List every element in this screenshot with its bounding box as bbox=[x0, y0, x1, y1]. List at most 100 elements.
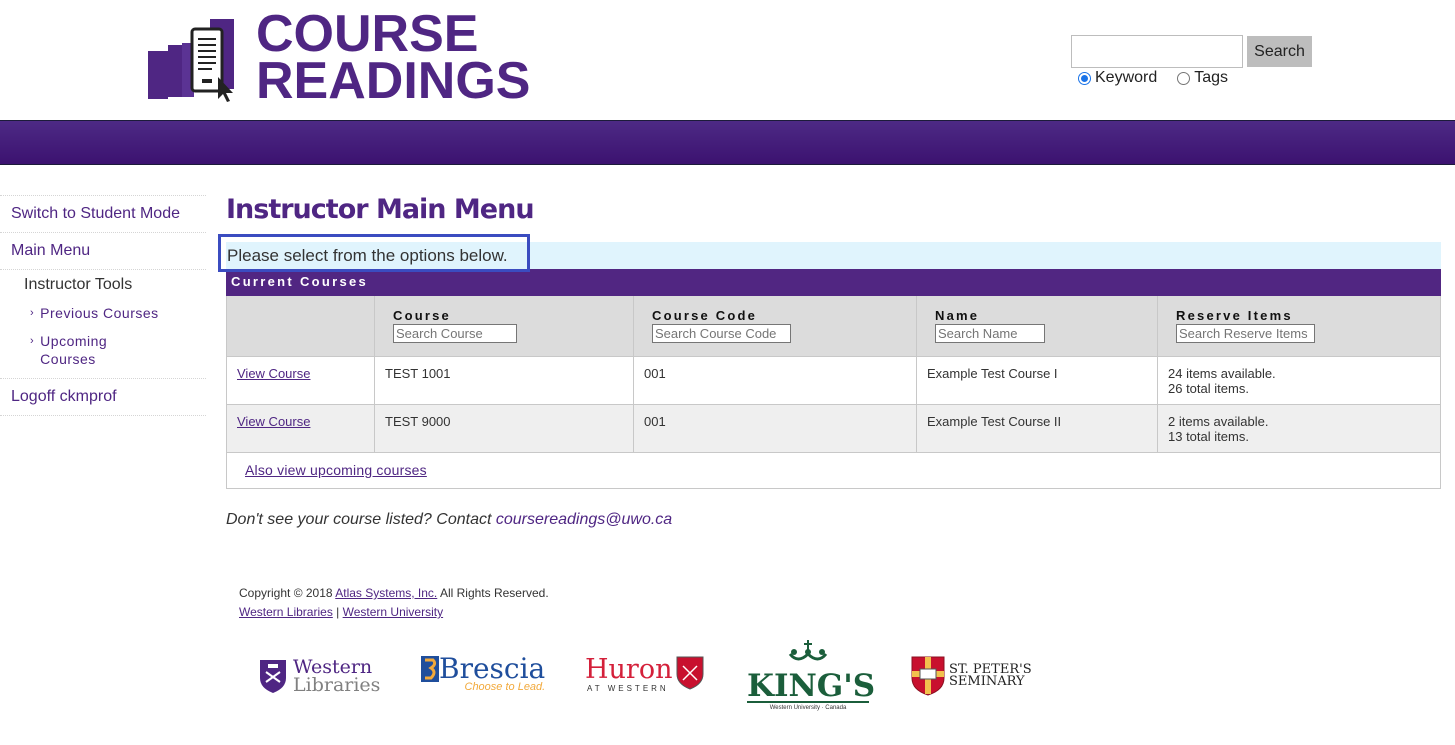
sidebar-section-instructor-tools: Instructor Tools bbox=[0, 269, 206, 298]
cell-code: 001 bbox=[633, 355, 917, 405]
huron-subtext: AT WESTERN bbox=[587, 684, 669, 693]
link-separator: | bbox=[332, 605, 343, 619]
st-peters-logo[interactable]: ST. PETER'S SEMINARY bbox=[911, 656, 1032, 696]
tags-radio-label[interactable]: Tags bbox=[1194, 69, 1228, 87]
column-header-course: Course bbox=[374, 296, 634, 356]
sidebar-item-main-menu[interactable]: Main Menu bbox=[0, 232, 206, 269]
st-peters-text: ST. PETER'S SEMINARY bbox=[949, 663, 1032, 689]
table-header-row: Course Course Code Name Reserve Items bbox=[226, 296, 1441, 356]
sidebar-item-upcoming-courses[interactable]: › Upcoming Courses bbox=[0, 326, 206, 378]
column-label-course-code[interactable]: Course Code bbox=[652, 308, 906, 323]
kings-logo[interactable]: KING'S Western University · Canada bbox=[747, 640, 876, 711]
western-libraries-text: Western Libraries bbox=[293, 658, 381, 696]
search-button[interactable]: Search bbox=[1247, 36, 1312, 67]
search-input[interactable] bbox=[1071, 35, 1243, 68]
column-label-name[interactable]: Name bbox=[935, 308, 1147, 323]
view-course-link[interactable]: View Course bbox=[237, 366, 310, 381]
search-name-input[interactable] bbox=[935, 324, 1045, 343]
cell-course: TEST 1001 bbox=[374, 355, 634, 405]
st-peters-shield-icon bbox=[911, 656, 945, 696]
western-shield-icon bbox=[260, 660, 286, 693]
chevron-right-icon: › bbox=[30, 307, 35, 319]
view-course-link[interactable]: View Course bbox=[237, 414, 310, 429]
huron-shield-icon bbox=[676, 656, 703, 690]
items-total: 13 total items. bbox=[1168, 428, 1249, 444]
column-label-reserve-items[interactable]: Reserve Items bbox=[1176, 308, 1430, 323]
course-readings-logo[interactable]: COURSE READINGS bbox=[146, 8, 530, 107]
atlas-systems-link[interactable]: Atlas Systems, Inc. bbox=[335, 586, 437, 600]
current-courses-table: Course Course Code Name Reserve Items bbox=[226, 296, 1441, 489]
cell-reserve-items: 24 items available. 26 total items. bbox=[1157, 355, 1441, 405]
search-form: Search Keyword Tags bbox=[1071, 35, 1331, 95]
cell-code: 001 bbox=[633, 403, 917, 453]
search-reserve-items-input[interactable] bbox=[1176, 324, 1315, 343]
also-view-cell: Also view upcoming courses bbox=[226, 451, 1441, 489]
column-header-course-code: Course Code bbox=[633, 296, 917, 356]
logo-text: COURSE READINGS bbox=[256, 4, 531, 110]
libraries-text: Libraries bbox=[293, 674, 381, 696]
items-total: 26 total items. bbox=[1168, 380, 1249, 396]
brescia-mark-icon bbox=[421, 656, 439, 682]
footer: Copyright © 2018 Atlas Systems, Inc. All… bbox=[239, 584, 549, 622]
main-content: Instructor Main Menu Please select from … bbox=[218, 190, 1441, 529]
page-title: Instructor Main Menu bbox=[226, 194, 535, 225]
upcoming-label-line1: Upcoming bbox=[40, 333, 108, 349]
contact-email-link[interactable]: coursereadings@uwo.ca bbox=[496, 511, 672, 528]
also-view-row: Also view upcoming courses bbox=[226, 451, 1441, 489]
column-header-reserve-items: Reserve Items bbox=[1157, 296, 1441, 356]
logo-line-readings: READINGS bbox=[256, 51, 531, 110]
footer-links: Western Libraries | Western University bbox=[239, 603, 549, 622]
search-type-options: Keyword Tags bbox=[1078, 69, 1248, 87]
sidebar-nav: Switch to Student Mode Main Menu Instruc… bbox=[0, 195, 206, 416]
kings-text: KING'S bbox=[747, 668, 876, 704]
cell-reserve-items: 2 items available. 13 total items. bbox=[1157, 403, 1441, 453]
highlight-box bbox=[218, 234, 530, 272]
also-view-upcoming-link[interactable]: Also view upcoming courses bbox=[245, 462, 427, 478]
search-course-code-input[interactable] bbox=[652, 324, 791, 343]
site-header: COURSE READINGS Search Keyword Tags bbox=[0, 0, 1455, 120]
current-courses-header: Current Courses bbox=[226, 269, 1441, 296]
purple-banner bbox=[0, 120, 1455, 165]
contact-prefix: Don't see your course listed? Contact bbox=[226, 510, 496, 528]
sidebar-item-previous-courses[interactable]: › Previous Courses bbox=[0, 298, 206, 326]
info-message: Please select from the options below. bbox=[218, 234, 1441, 272]
huron-text: Huron bbox=[585, 654, 673, 685]
brescia-logo[interactable]: Brescia Choose to Lead. bbox=[421, 652, 546, 693]
partner-logos: Western Libraries Brescia Choose to Lead… bbox=[258, 640, 1048, 720]
cell-name: Example Test Course II bbox=[916, 403, 1158, 453]
kings-crown-icon bbox=[788, 640, 828, 661]
books-tablet-icon bbox=[146, 13, 242, 103]
cell-action: View Course bbox=[226, 355, 375, 405]
table-row: View Course TEST 1001 001 Example Test C… bbox=[226, 355, 1441, 405]
copyright-prefix: Copyright © 2018 bbox=[239, 586, 336, 600]
huron-logo[interactable]: Huron AT WESTERN bbox=[585, 656, 704, 693]
logo-line-course: COURSE bbox=[256, 4, 479, 63]
upcoming-label-line2: Courses bbox=[40, 351, 96, 367]
sidebar-item-switch-student-mode[interactable]: Switch to Student Mode bbox=[0, 195, 206, 232]
keyword-radio-label[interactable]: Keyword bbox=[1095, 69, 1157, 87]
column-header-actions bbox=[226, 296, 375, 356]
previous-courses-label: Previous Courses bbox=[40, 305, 159, 321]
chevron-right-icon: › bbox=[30, 335, 35, 347]
western-libraries-logo[interactable]: Western Libraries bbox=[258, 658, 381, 696]
copyright-suffix: All Rights Reserved. bbox=[437, 586, 549, 600]
western-university-link[interactable]: Western University bbox=[343, 605, 443, 619]
tags-radio[interactable] bbox=[1177, 71, 1191, 85]
contact-note: Don't see your course listed? Contact co… bbox=[226, 511, 1441, 529]
upcoming-courses-label: Upcoming Courses bbox=[40, 332, 107, 368]
column-label-course[interactable]: Course bbox=[393, 308, 623, 323]
cell-course: TEST 9000 bbox=[374, 403, 634, 453]
column-header-name: Name bbox=[916, 296, 1158, 356]
items-available: 24 items available. bbox=[1168, 365, 1276, 381]
st-peters-line2: SEMINARY bbox=[949, 674, 1025, 689]
western-libraries-link[interactable]: Western Libraries bbox=[239, 605, 333, 619]
brescia-text: Brescia bbox=[439, 652, 546, 685]
copyright-line: Copyright © 2018 Atlas Systems, Inc. All… bbox=[239, 584, 549, 603]
cell-action: View Course bbox=[226, 403, 375, 453]
cell-name: Example Test Course I bbox=[916, 355, 1158, 405]
items-available: 2 items available. bbox=[1168, 413, 1269, 429]
sidebar-item-logoff[interactable]: Logoff ckmprof bbox=[0, 378, 206, 416]
table-row: View Course TEST 9000 001 Example Test C… bbox=[226, 403, 1441, 453]
search-course-input[interactable] bbox=[393, 324, 517, 343]
keyword-radio[interactable] bbox=[1078, 71, 1091, 85]
